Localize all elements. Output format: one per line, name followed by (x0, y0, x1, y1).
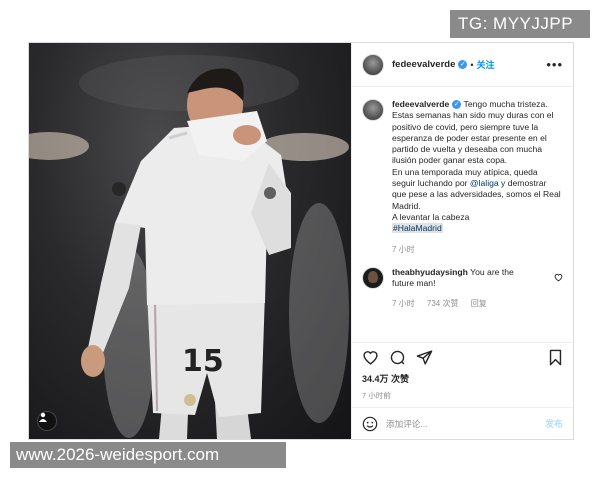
comment-meta: 7 小时 734 次赞 回复 (392, 298, 563, 309)
add-comment-bar: 发布 (352, 407, 573, 439)
comment-bubble-icon[interactable] (389, 349, 406, 366)
caption-row: fedeevalverde ✓ Tengo mucha tristeza. Est… (362, 99, 563, 255)
paper-plane-icon[interactable] (416, 349, 433, 366)
avatar[interactable] (362, 53, 384, 76)
caption-username[interactable]: fedeevalverde (392, 99, 449, 109)
comment-input[interactable] (386, 418, 545, 429)
comment-likes[interactable]: 734 次赞 (427, 299, 459, 308)
tagged-user-icon[interactable] (37, 411, 57, 431)
verified-badge-icon: ✓ (458, 60, 468, 69)
caption-text: fedeevalverde ✓ Tengo mucha tristeza. Est… (392, 99, 563, 235)
jersey-number: 15 (182, 344, 224, 379)
likes-count[interactable]: 34.4万 次赞 (352, 372, 573, 385)
dot-separator: • (470, 59, 474, 70)
username-text[interactable]: fedeevalverde (392, 59, 455, 70)
mention-link[interactable]: @laliga (470, 178, 499, 188)
caption-text-part: Tengo mucha tristeza. Estas semanas han … (392, 99, 554, 189)
header-username[interactable]: fedeevalverde ✓ (392, 59, 468, 70)
caption-time: 7 小时 (392, 244, 415, 254)
avatar[interactable] (362, 99, 384, 121)
reply-button[interactable]: 回复 (471, 299, 487, 308)
heart-icon[interactable] (362, 349, 379, 366)
instagram-post: 15 fedeevalverde ✓ • 关注 ••• fedeevalverde… (28, 42, 574, 440)
more-options-button[interactable]: ••• (546, 57, 563, 72)
player-illustration: 15 (29, 55, 349, 439)
bookmark-icon[interactable] (548, 349, 563, 366)
hashtag-link[interactable]: #HalaMadrid (392, 223, 443, 234)
post-timestamp[interactable]: 7 小时前 (352, 385, 573, 407)
action-bar (352, 342, 573, 372)
post-sidebar: fedeevalverde ✓ • 关注 ••• fedeevalverde ✓ T… (351, 43, 573, 439)
follow-button[interactable]: 关注 (477, 58, 495, 71)
comment-row: theabhyudaysingh You are the future man!… (362, 266, 563, 310)
watermark-top: TG: MYYJJPP (450, 10, 590, 38)
comment-text: theabhyudaysingh You are the future man! (392, 267, 532, 290)
comment-like-heart-icon[interactable] (554, 269, 563, 290)
avatar[interactable] (362, 266, 384, 289)
caption-meta: 7 小时 (392, 244, 563, 255)
post-photo[interactable]: 15 (29, 43, 351, 439)
comment-username[interactable]: theabhyudaysingh (392, 267, 468, 277)
verified-badge-icon: ✓ (452, 100, 462, 109)
smiley-icon[interactable] (362, 416, 378, 432)
post-header: fedeevalverde ✓ • 关注 ••• (352, 43, 573, 87)
comments-list[interactable]: fedeevalverde ✓ Tengo mucha tristeza. Est… (352, 87, 573, 338)
comment-time: 7 小时 (392, 299, 415, 309)
post-comment-button[interactable]: 发布 (545, 417, 563, 430)
watermark-bottom: www.2026-weidesport.com (10, 442, 286, 468)
